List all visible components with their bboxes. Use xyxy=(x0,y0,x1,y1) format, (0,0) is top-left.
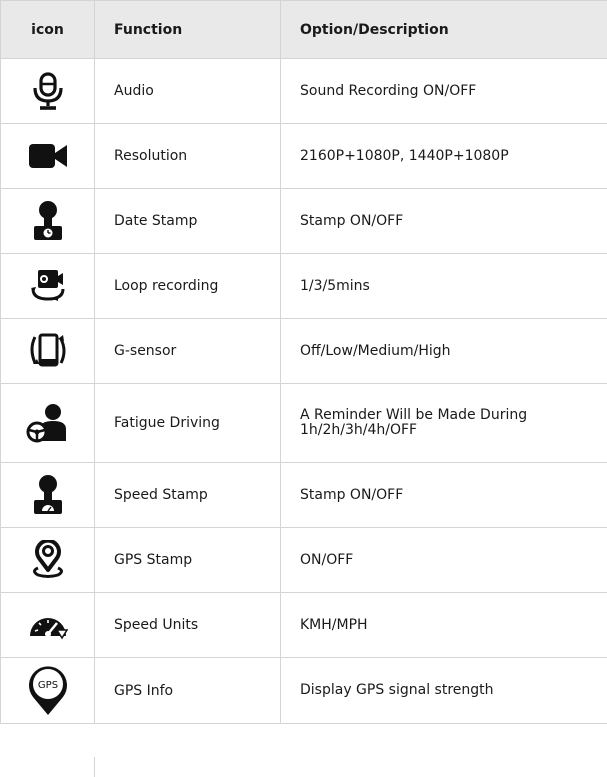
table-header-row: icon Function Option/Description xyxy=(0,0,607,59)
function-label: Resolution xyxy=(94,123,281,189)
function-label: G-sensor xyxy=(94,318,281,384)
table-row: Fatigue Driving A Reminder Will be Made … xyxy=(0,383,607,463)
fatigue-driving-icon xyxy=(26,404,66,443)
option-description: 1/3/5mins xyxy=(280,253,607,319)
header-function: Function xyxy=(94,0,281,59)
settings-table: icon Function Option/Description Audio S… xyxy=(0,0,607,724)
icon-cell xyxy=(0,253,95,319)
option-description: Stamp ON/OFF xyxy=(280,188,607,254)
icon-cell xyxy=(0,527,95,593)
option-description: Stamp ON/OFF xyxy=(280,462,607,528)
option-description: Display GPS signal strength xyxy=(280,657,607,724)
table-row: G-sensor Off/Low/Medium/High xyxy=(0,318,607,384)
table-row: Resolution 2160P+1080P, 1440P+1080P xyxy=(0,123,607,189)
icon-cell xyxy=(0,462,95,528)
g-sensor-icon xyxy=(30,333,65,367)
table-row: GPS GPS Info Display GPS signal strength xyxy=(0,657,607,724)
microphone-icon xyxy=(32,72,63,110)
header-icon: icon xyxy=(0,0,95,59)
speed-stamp-icon xyxy=(33,475,62,514)
function-label: Loop recording xyxy=(94,253,281,319)
loop-recording-icon xyxy=(30,270,64,301)
cutoff-divider xyxy=(94,757,95,777)
option-description: ON/OFF xyxy=(280,527,607,593)
function-label: Speed Units xyxy=(94,592,281,658)
function-label: Fatigue Driving xyxy=(94,383,281,463)
date-stamp-icon xyxy=(33,201,62,240)
option-description: KMH/MPH xyxy=(280,592,607,658)
function-label: GPS Info xyxy=(94,657,281,724)
page-cutoff xyxy=(0,757,607,777)
icon-cell xyxy=(0,58,95,124)
option-description: 2160P+1080P, 1440P+1080P xyxy=(280,123,607,189)
option-description: Off/Low/Medium/High xyxy=(280,318,607,384)
table-row: Date Stamp Stamp ON/OFF xyxy=(0,188,607,254)
icon-cell xyxy=(0,123,95,189)
function-label: Speed Stamp xyxy=(94,462,281,528)
icon-cell xyxy=(0,188,95,254)
gps-icon-text: GPS xyxy=(37,680,57,691)
function-label: Audio xyxy=(94,58,281,124)
option-description: A Reminder Will be Made During 1h/2h/3h/… xyxy=(280,383,607,463)
icon-cell xyxy=(0,383,95,463)
video-camera-icon xyxy=(28,144,67,168)
icon-cell xyxy=(0,592,95,658)
table-row: Speed Units KMH/MPH xyxy=(0,592,607,658)
function-label: Date Stamp xyxy=(94,188,281,254)
icon-cell xyxy=(0,318,95,384)
table-row: Audio Sound Recording ON/OFF xyxy=(0,58,607,124)
option-description: Sound Recording ON/OFF xyxy=(280,58,607,124)
table-row: Speed Stamp Stamp ON/OFF xyxy=(0,462,607,528)
function-label: GPS Stamp xyxy=(94,527,281,593)
gps-stamp-icon xyxy=(32,540,63,578)
table-row: GPS Stamp ON/OFF xyxy=(0,527,607,593)
gps-info-icon: GPS xyxy=(28,665,67,715)
icon-cell: GPS xyxy=(0,657,95,724)
table-row: Loop recording 1/3/5mins xyxy=(0,253,607,319)
speedometer-icon xyxy=(29,618,68,640)
header-option: Option/Description xyxy=(280,0,607,59)
